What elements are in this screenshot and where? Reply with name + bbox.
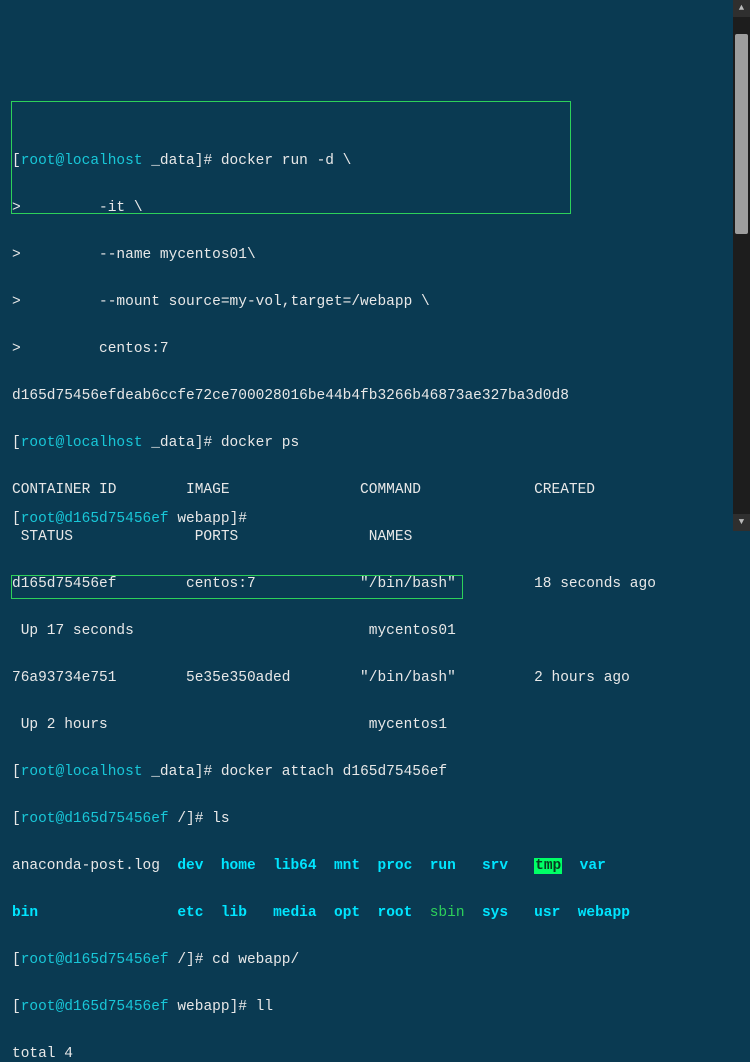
ls-output-row1: anaconda-post.log dev home lib64 mnt pro… <box>12 855 738 879</box>
dir-lib: lib <box>221 905 247 921</box>
scroll-up-button[interactable]: ▲ <box>733 0 750 17</box>
dir-lib64: lib64 <box>273 858 317 874</box>
dir-usr: usr <box>534 905 560 921</box>
dir-sbin: sbin <box>430 905 465 921</box>
dir-mnt: mnt <box>334 858 360 874</box>
ll-total: total 4 <box>12 1043 738 1062</box>
dir-webapp: webapp <box>578 905 630 921</box>
dir-tmp: tmp <box>534 858 562 874</box>
scroll-down-button[interactable]: ▼ <box>733 514 750 531</box>
cmd-docker-ps: [root@localhost _data]# docker ps <box>12 432 738 456</box>
prompt-open: [ <box>12 153 21 169</box>
cmd-docker-attach: [root@localhost _data]# docker attach d1… <box>12 761 738 785</box>
dir-opt: opt <box>334 905 360 921</box>
cmd-text: docker run -d \ <box>221 153 352 169</box>
dir-dev: dev <box>177 858 203 874</box>
terminal-area[interactable]: [root@localhost _data]# docker run -d \ … <box>0 94 750 1062</box>
cmd-cd-webapp: [root@d165d75456ef /]# cd webapp/ <box>12 949 738 973</box>
cmd-ls: [root@d165d75456ef /]# ls <box>12 808 738 832</box>
scrollbar-thumb[interactable] <box>735 34 748 234</box>
dir-sys: sys <box>482 905 508 921</box>
scrollbar-vertical[interactable]: ▲ ▼ <box>733 0 750 531</box>
prompt-close: ]# <box>195 153 221 169</box>
prompt-userhost: root@localhost <box>21 153 143 169</box>
dir-bin: bin <box>12 905 38 921</box>
dir-media: media <box>273 905 317 921</box>
cmd-docker-run-l2: > --name mycentos01\ <box>12 244 738 268</box>
container-hash: d165d75456efdeab6ccfe72ce700028016be44b4… <box>12 385 738 409</box>
ps-row1a: d165d75456ef centos:7 "/bin/bash" 18 sec… <box>12 573 738 597</box>
cmd-docker-run-l0: [root@localhost _data]# docker run -d \ <box>12 150 738 174</box>
dir-root: root <box>378 905 413 921</box>
prompt-path: _data <box>143 153 195 169</box>
ps-header-1: CONTAINER ID IMAGE COMMAND CREATED <box>12 479 738 503</box>
dir-proc: proc <box>378 858 413 874</box>
ps-row1b: Up 17 seconds mycentos01 <box>12 620 738 644</box>
ps-row2b: Up 2 hours mycentos1 <box>12 714 738 738</box>
prompt-final[interactable]: [root@d165d75456ef webapp]# <box>12 508 256 532</box>
dir-home: home <box>221 858 256 874</box>
cmd-docker-run-l3: > --mount source=my-vol,target=/webapp \ <box>12 291 738 315</box>
ls-output-row2: bin etc lib media opt root sbin sys usr … <box>12 902 738 926</box>
ps-row2a: 76a93734e751 5e35e350aded "/bin/bash" 2 … <box>12 667 738 691</box>
cmd-docker-run-l1: > -it \ <box>12 197 738 221</box>
dir-run: run <box>430 858 456 874</box>
dir-etc: etc <box>177 905 203 921</box>
cmd-ll: [root@d165d75456ef webapp]# ll <box>12 996 738 1020</box>
scrollbar-track[interactable] <box>733 17 750 514</box>
dir-var: var <box>580 858 606 874</box>
cmd-docker-run-l4: > centos:7 <box>12 338 738 362</box>
dir-srv: srv <box>482 858 508 874</box>
